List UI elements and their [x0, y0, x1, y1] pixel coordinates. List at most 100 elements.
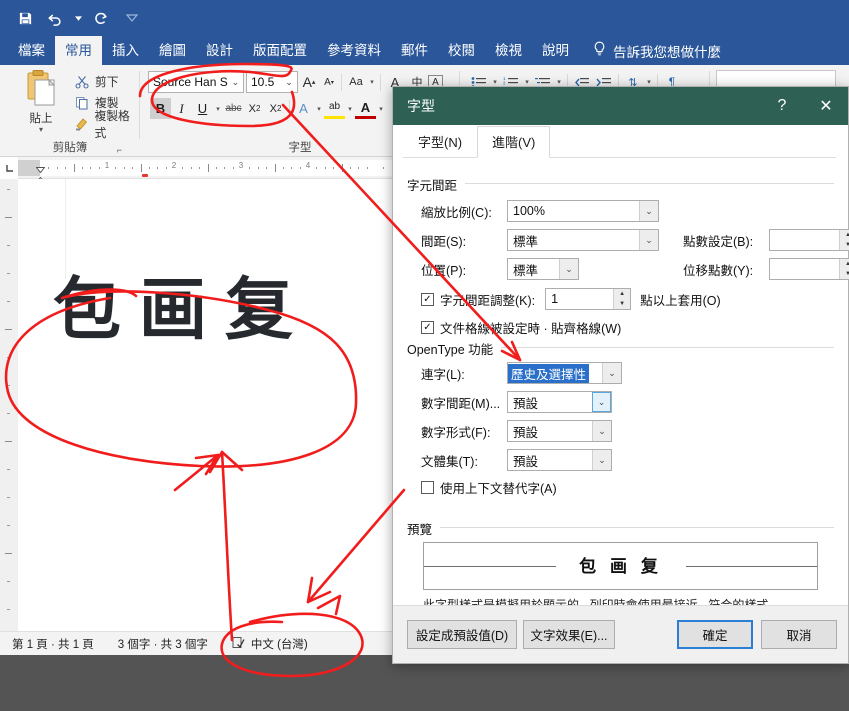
ribbon-tab-mailings[interactable]: 郵件	[391, 36, 438, 65]
text-effects-button[interactable]: 文字效果(E)...	[523, 620, 615, 649]
font-color-icon[interactable]: A	[355, 98, 376, 119]
underline-button[interactable]: U	[192, 98, 213, 119]
cancel-button[interactable]: 取消	[761, 620, 837, 649]
position-combobox[interactable]: 標準 ⌄	[507, 258, 579, 280]
save-icon[interactable]	[12, 6, 38, 30]
status-language[interactable]: 中文 (台灣)	[220, 636, 320, 652]
hanging-indent-marker[interactable]	[35, 170, 46, 183]
ribbon-tab-review[interactable]: 校閱	[438, 36, 485, 65]
tell-me-box[interactable]: 告訴我您想做什麼	[579, 36, 721, 65]
position-by-spinner[interactable]: ▲ ▼	[769, 258, 849, 280]
highlight-dropdown-icon[interactable]: ▾	[345, 105, 355, 113]
font-size-dropdown-icon[interactable]: ⌄	[281, 77, 297, 88]
redo-icon[interactable]	[88, 6, 114, 30]
stepper-down-icon[interactable]: ▼	[840, 240, 849, 250]
font-size-combobox[interactable]: 10.5 ⌄	[246, 71, 298, 93]
kerning-spinner[interactable]: 1 ▲ ▼	[545, 288, 632, 310]
stepper-down-icon[interactable]: ▼	[614, 299, 631, 309]
preview-sample-text: 包 画 复	[555, 552, 686, 577]
change-case-icon[interactable]: Aa	[345, 71, 367, 93]
bullets-dropdown-icon[interactable]: ▾	[490, 78, 500, 86]
vertical-ruler[interactable]	[0, 179, 18, 631]
paste-dropdown-icon[interactable]: ▾	[14, 126, 68, 134]
ribbon-tab-view[interactable]: 檢視	[485, 36, 532, 65]
font-name-combobox[interactable]: Source Han S ⌄	[148, 71, 244, 93]
strikethrough-button[interactable]: abc	[223, 98, 244, 119]
snap-to-grid-checkbox[interactable]: ✓	[421, 321, 434, 334]
first-line-indent-marker[interactable]	[35, 160, 46, 174]
scale-dropdown-icon[interactable]: ⌄	[639, 201, 658, 221]
help-button[interactable]: ?	[760, 87, 804, 125]
text-effects-dropdown-icon[interactable]: ▾	[314, 105, 324, 113]
vertical-ruler-tick	[7, 525, 10, 526]
stepper-up-icon[interactable]: ▲	[840, 230, 849, 240]
vertical-ruler-tick	[5, 217, 12, 218]
ribbon-tab-help[interactable]: 說明	[532, 36, 579, 65]
stylistic-sets-combobox[interactable]: 預設 ⌄	[507, 449, 612, 471]
stepper-up-icon[interactable]: ▲	[614, 289, 631, 299]
paste-button[interactable]: 貼上 ▾	[14, 69, 68, 134]
bold-button[interactable]: B	[150, 98, 171, 119]
number-forms-dropdown-icon[interactable]: ⌄	[592, 421, 611, 441]
ligatures-dropdown-icon[interactable]: ⌄	[602, 363, 621, 383]
ribbon-tab-references[interactable]: 參考資料	[317, 36, 391, 65]
italic-button[interactable]: I	[171, 98, 192, 119]
custom-tab-stop-marker[interactable]	[142, 174, 148, 177]
stepper-down-icon[interactable]: ▼	[840, 269, 849, 279]
text-effects-icon[interactable]: A	[293, 98, 314, 119]
scale-combobox[interactable]: 100% ⌄	[507, 200, 659, 222]
ruler-tick	[232, 167, 234, 169]
ribbon-tab-design[interactable]: 設計	[196, 36, 243, 65]
undo-icon[interactable]	[42, 6, 68, 30]
position-by-stepper[interactable]: ▲ ▼	[839, 259, 849, 279]
spacing-by-stepper[interactable]: ▲ ▼	[839, 230, 849, 250]
character-spacing-title: 字元間距	[407, 175, 466, 194]
font-color-dropdown-icon[interactable]: ▾	[376, 105, 386, 113]
spacing-dropdown-icon[interactable]: ⌄	[639, 230, 658, 250]
ligatures-combobox[interactable]: 歷史及選擇性 ⌄	[507, 362, 622, 384]
ok-button[interactable]: 確定	[677, 620, 753, 649]
tab-advanced[interactable]: 進階(V)	[477, 126, 551, 158]
undo-dropdown-icon[interactable]	[72, 6, 84, 30]
kerning-stepper[interactable]: ▲ ▼	[613, 289, 631, 309]
set-as-default-button[interactable]: 設定成預設值(D)	[407, 620, 517, 649]
tab-font[interactable]: 字型(N)	[403, 126, 477, 158]
font-name-dropdown-icon[interactable]: ⌄	[228, 77, 243, 88]
grow-font-icon[interactable]: A ▴	[298, 71, 320, 93]
tab-selector-button[interactable]	[0, 157, 18, 179]
spacing-combobox[interactable]: 標準 ⌄	[507, 229, 659, 251]
stepper-up-icon[interactable]: ▲	[840, 259, 849, 269]
ribbon-tab-insert[interactable]: 插入	[102, 36, 149, 65]
ribbon-tab-file[interactable]: 檔案	[8, 36, 55, 65]
format-painter-button[interactable]: 複製格式	[74, 109, 140, 140]
contextual-alternates-checkbox[interactable]	[421, 481, 434, 494]
number-forms-combobox[interactable]: 預設 ⌄	[507, 420, 612, 442]
customize-qat-icon[interactable]	[126, 6, 138, 30]
text-highlight-icon[interactable]: ab	[324, 98, 345, 119]
cut-button[interactable]: 剪下	[74, 71, 140, 92]
number-spacing-dropdown-icon[interactable]: ⌄	[592, 392, 611, 412]
clipboard-dialog-launcher-icon[interactable]: ⌐	[117, 145, 122, 155]
ribbon-tab-draw[interactable]: 繪圖	[149, 36, 196, 65]
sort-dropdown-icon[interactable]: ▾	[644, 78, 654, 86]
number-spacing-combobox[interactable]: 預設 ⌄	[507, 391, 612, 413]
ruler-tick	[249, 167, 251, 169]
multilevel-dropdown-icon[interactable]: ▾	[554, 78, 564, 86]
status-page-count[interactable]: 第 1 頁 · 共 1 頁	[0, 636, 106, 652]
ribbon-tab-home[interactable]: 常用	[55, 36, 102, 65]
shrink-font-icon[interactable]: A ▾	[320, 71, 338, 93]
stylistic-sets-dropdown-icon[interactable]: ⌄	[592, 450, 611, 470]
document-text[interactable]: 包画复	[53, 254, 311, 353]
superscript-button[interactable]: X2	[265, 98, 286, 119]
ribbon-tab-layout[interactable]: 版面配置	[243, 36, 317, 65]
numbering-dropdown-icon[interactable]: ▾	[522, 78, 532, 86]
status-word-count[interactable]: 3 個字 · 共 3 個字	[106, 636, 220, 652]
underline-dropdown-icon[interactable]: ▾	[213, 105, 223, 113]
subscript-button[interactable]: X2	[244, 98, 265, 119]
spacing-by-spinner[interactable]: ▲ ▼	[769, 229, 849, 251]
position-dropdown-icon[interactable]: ⌄	[559, 259, 578, 279]
kerning-checkbox[interactable]: ✓	[421, 292, 434, 306]
font-dialog[interactable]: 字型 ? ✕ 字型(N) 進階(V) 字元間距 縮放比例(C): 100% ⌄ …	[392, 86, 849, 664]
close-icon[interactable]: ✕	[804, 87, 848, 125]
change-case-dropdown-icon[interactable]: ▾	[367, 78, 377, 86]
